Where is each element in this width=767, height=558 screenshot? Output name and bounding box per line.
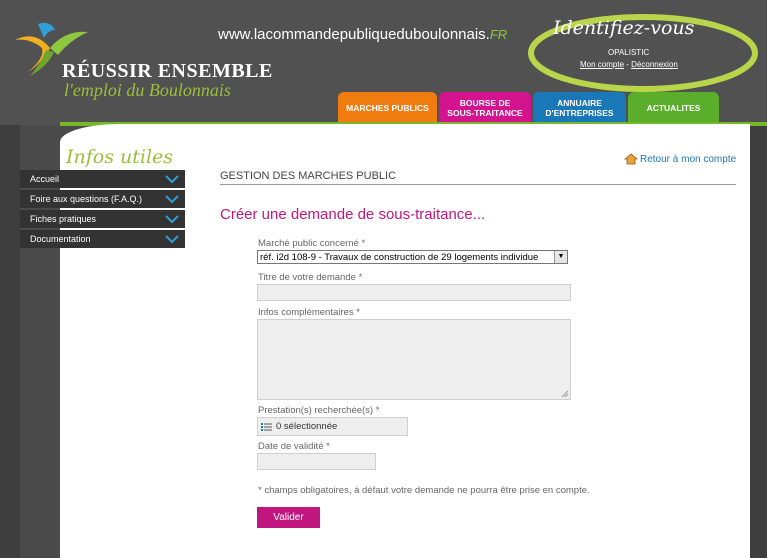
brand-tagline: l'emploi du Boulonnais [64,80,231,100]
dropdown-arrow-icon: ▼ [554,251,567,263]
sidebar-title: Infos utiles [66,146,174,168]
marche-select[interactable]: réf. i2d 108-9 - Travaux de construction… [257,250,568,264]
list-icon [261,422,272,431]
chevron-down-icon [165,215,179,224]
sidebar-item-fiches[interactable]: Fiches pratiques [20,210,185,228]
tab-annuaire-entreprises[interactable]: ANNUAIRE D'ENTREPRISES [533,92,626,123]
login-username: OPALISTIC [608,48,650,57]
sidebar-item-faq[interactable]: Foire aux questions (F.A.Q.) [20,190,185,208]
back-to-account-link[interactable]: Retour à mon compte [624,153,736,165]
login-title: Identifiez-vous [553,17,695,39]
form-title: Créer une demande de sous-traitance... [220,206,486,223]
sidebar-item-documentation[interactable]: Documentation [20,230,185,248]
resize-handle-icon[interactable] [561,390,569,398]
submit-button[interactable]: Valider [257,507,320,528]
tab-bourse-sous-traitance[interactable]: BOURSE DE SOUS-TRAITANCE [439,92,531,123]
infos-label: Infos complémentaires * [258,307,360,318]
prestation-label: Prestation(s) recherchée(s) * [258,405,380,416]
titre-label: Titre de votre demande * [258,272,363,283]
sidebar-menu: Accueil Foire aux questions (F.A.Q.) Fic… [20,170,185,250]
page-title: GESTION DES MARCHES PUBLIC [220,170,736,185]
sidebar-item-accueil[interactable]: Accueil [20,170,185,188]
required-note: * champs obligatoires, à défaut votre de… [258,485,590,496]
chevron-down-icon [165,235,179,244]
tab-actualites[interactable]: ACTUALITES [628,92,719,123]
date-label: Date de validité * [258,441,330,452]
my-account-link[interactable]: Mon compte [580,60,624,69]
header: www.lacommandepubliqueduboulonnais.FR RÉ… [0,0,767,125]
sidebar-item-label: Foire aux questions (F.A.Q.) [30,194,143,204]
home-icon [624,153,638,165]
prestation-multiselect[interactable]: 0 sélectionnée [257,417,408,436]
chevron-down-icon [165,175,179,184]
chevron-down-icon [165,195,179,204]
date-input[interactable] [257,453,376,470]
infos-textarea[interactable] [257,319,571,400]
titre-input[interactable] [257,284,571,301]
logout-link[interactable]: Déconnexion [631,60,678,69]
site-url[interactable]: www.lacommandepubliqueduboulonnais.FR [218,26,507,43]
sidebar-item-label: Documentation [30,234,91,244]
sidebar-item-label: Fiches pratiques [30,214,97,224]
sidebar-item-label: Accueil [30,174,60,184]
login-links: Mon compte - Déconnexion [580,60,678,69]
tab-marches-publics[interactable]: MARCHES PUBLICS [338,92,437,123]
marche-label: Marché public concerné * [258,238,366,249]
